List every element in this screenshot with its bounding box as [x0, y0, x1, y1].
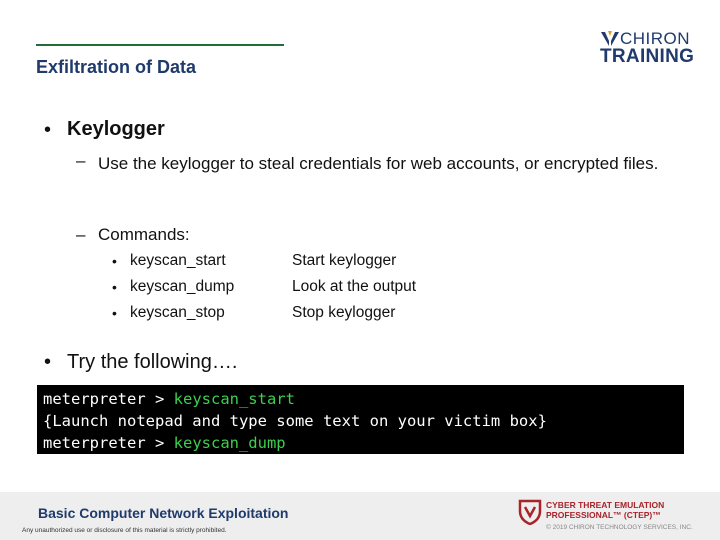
ctep-badge-line1: CYBER THREAT EMULATION	[546, 500, 665, 510]
code-prompt: meterpreter >	[43, 390, 174, 408]
command-bullet: •	[112, 253, 117, 269]
command-description: Start keylogger	[292, 252, 397, 269]
ctep-shield-icon	[518, 499, 542, 525]
command-description: Stop keylogger	[292, 304, 396, 321]
code-command: keyscan_start	[173, 390, 295, 408]
title-rule	[36, 44, 284, 46]
commands-heading: Commands:	[98, 225, 190, 244]
slide-title: Exfiltration of Data	[36, 57, 197, 77]
copyright-text: © 2019 CHIRON TECHNOLOGY SERVICES, INC.	[546, 524, 693, 531]
chiron-logo: CHIRON TRAINING	[600, 29, 695, 67]
logo-text-training: TRAINING	[600, 46, 695, 67]
command-description: Look at the output	[292, 278, 417, 295]
ctep-badge-line2: PROFESSIONAL™ (CTEP)™	[546, 510, 661, 520]
keylogger-description: Use the keylogger to steal credentials f…	[98, 154, 659, 173]
dash-marker: –	[76, 225, 86, 244]
bullet-keylogger: Keylogger	[67, 118, 165, 140]
command-bullet: •	[112, 305, 117, 321]
course-title: Basic Computer Network Exploitation	[38, 505, 289, 521]
command-name: keyscan_start	[130, 252, 226, 269]
dash-marker: –	[76, 151, 86, 170]
command-name: keyscan_dump	[130, 278, 235, 295]
code-line: meterpreter > keyscan_dump	[43, 432, 678, 454]
bullet-marker: •	[44, 119, 52, 141]
code-block: meterpreter > keyscan_start {Launch notep…	[37, 385, 684, 454]
command-name: keyscan_stop	[130, 304, 225, 321]
bullet-marker: •	[44, 351, 52, 373]
command-bullet: •	[112, 279, 117, 295]
usage-notice: Any unauthorized use or disclosure of th…	[22, 527, 227, 534]
code-command: keyscan_dump	[173, 434, 286, 452]
code-line: meterpreter > keyscan_start	[43, 388, 678, 410]
code-prompt: meterpreter >	[43, 434, 174, 452]
code-line: {Launch notepad and type some text on yo…	[43, 412, 547, 430]
bullet-try-following: Try the following….	[67, 351, 238, 373]
